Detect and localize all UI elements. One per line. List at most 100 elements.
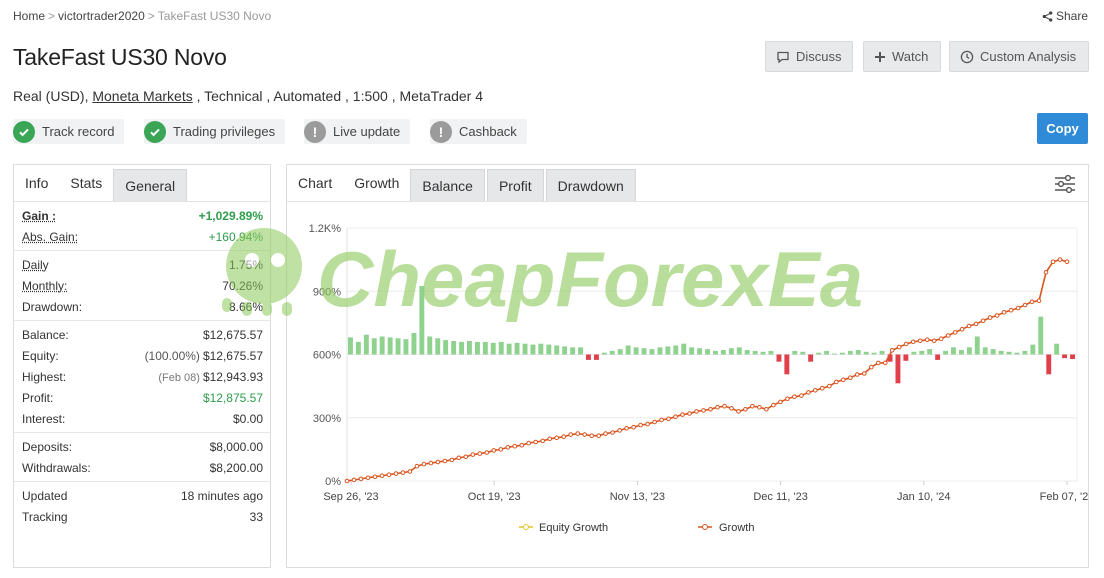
custom-analysis-button[interactable]: Custom Analysis bbox=[949, 41, 1089, 72]
y-tick-label: 900% bbox=[313, 286, 341, 298]
profit-bar bbox=[482, 341, 488, 355]
stat-label[interactable]: Gain : bbox=[22, 209, 56, 223]
tab-chart[interactable]: Chart bbox=[287, 165, 343, 201]
growth-point bbox=[1022, 302, 1028, 308]
profit-bar bbox=[943, 350, 948, 355]
tab-balance[interactable]: Balance bbox=[410, 169, 485, 201]
growth-point bbox=[862, 371, 867, 376]
growth-point bbox=[449, 457, 455, 463]
growth-point bbox=[1008, 307, 1014, 313]
growth-point bbox=[750, 403, 755, 409]
stat-value: 18 minutes ago bbox=[180, 488, 263, 503]
discuss-button[interactable]: Discuss bbox=[765, 41, 853, 72]
growth-point bbox=[533, 439, 538, 445]
badge-cashback[interactable]: ! Cashback bbox=[430, 119, 527, 144]
profit-bar bbox=[435, 338, 441, 355]
broker-link[interactable]: Moneta Markets bbox=[92, 88, 192, 104]
profit-bar bbox=[451, 341, 457, 355]
growth-point bbox=[666, 416, 671, 422]
profit-bar bbox=[705, 349, 710, 355]
growth-point bbox=[344, 478, 350, 484]
profit-bar bbox=[1070, 354, 1075, 359]
growth-point bbox=[952, 330, 958, 335]
profit-bar bbox=[816, 352, 822, 355]
stat-label[interactable]: Monthly: bbox=[22, 279, 67, 293]
stat-label[interactable]: Abs. Gain: bbox=[22, 230, 78, 244]
stat-label: Balance: bbox=[22, 327, 69, 342]
stat-label: Highest: bbox=[22, 369, 67, 384]
growth-point bbox=[694, 409, 699, 414]
growth-point bbox=[498, 447, 504, 452]
legend-equity-marker bbox=[523, 524, 529, 530]
stat-value: 33 bbox=[249, 509, 263, 524]
growth-point bbox=[638, 422, 643, 428]
share-button[interactable]: Share bbox=[1042, 9, 1088, 23]
tab-growth[interactable]: Growth bbox=[343, 165, 411, 201]
watch-button[interactable]: Watch bbox=[863, 41, 941, 72]
stat-value: 1.75% bbox=[228, 257, 263, 272]
tab-profit[interactable]: Profit bbox=[486, 169, 544, 201]
profit-bar bbox=[633, 347, 639, 355]
stat-value: $12,875.57 bbox=[202, 390, 263, 405]
profit-bar bbox=[530, 344, 536, 355]
profit-bar bbox=[594, 354, 599, 360]
growth-point bbox=[561, 434, 567, 439]
growth-point bbox=[687, 411, 692, 416]
growth-point bbox=[903, 341, 909, 347]
profit-bar bbox=[641, 348, 647, 355]
growth-point bbox=[596, 433, 602, 438]
profit-bar bbox=[467, 341, 472, 355]
growth-point bbox=[855, 372, 860, 377]
growth-point bbox=[701, 408, 706, 413]
breadcrumb-user-link[interactable]: victortrader2020 bbox=[58, 9, 145, 23]
breadcrumb: Home > victortrader2020 > TakeFast US30 Novo bbox=[13, 9, 271, 23]
profit-bar bbox=[403, 339, 409, 355]
growth-series-line bbox=[346, 258, 1068, 482]
profit-bar bbox=[601, 352, 607, 355]
profit-bar bbox=[951, 347, 956, 355]
stat-label[interactable]: Daily bbox=[22, 258, 49, 272]
growth-point bbox=[722, 403, 727, 409]
page-title: TakeFast US30 Novo bbox=[13, 44, 227, 70]
profit-bar bbox=[554, 345, 560, 355]
growth-point bbox=[631, 424, 636, 430]
breadcrumb-home-link[interactable]: Home bbox=[13, 9, 45, 23]
profit-bar bbox=[911, 351, 917, 355]
rates-group: Daily 1.75% Monthly: 70.26% Drawdown: 8.66% bbox=[14, 251, 270, 321]
profit-bar bbox=[689, 347, 695, 355]
chart-settings-icon[interactable] bbox=[1054, 174, 1076, 194]
profit-bar bbox=[871, 352, 877, 355]
tab-general[interactable]: General bbox=[113, 169, 188, 201]
profit-bar bbox=[935, 354, 941, 360]
profit-bar bbox=[800, 351, 806, 355]
stat-row-balance: Balance: $12,675.57 bbox=[22, 324, 263, 345]
badge-trading-privileges[interactable]: Trading privileges bbox=[144, 119, 286, 144]
stat-label: Updated bbox=[22, 488, 68, 503]
profit-bar bbox=[966, 347, 972, 355]
growth-chart[interactable]: 0% 300% 600% 900% 1.2K% Sep 26, '23 Oct 19, '2… bbox=[287, 205, 1088, 567]
chart-panel: Chart Growth Balance Profit Drawdown 0% 3… bbox=[286, 164, 1089, 568]
tab-stats[interactable]: Stats bbox=[59, 165, 114, 201]
profit-bar bbox=[546, 344, 552, 355]
tab-drawdown[interactable]: Drawdown bbox=[545, 169, 636, 201]
profit-bar bbox=[419, 286, 425, 355]
copy-button[interactable]: Copy bbox=[1037, 113, 1088, 144]
growth-point bbox=[1043, 270, 1049, 275]
y-tick-label: 0% bbox=[325, 476, 341, 488]
legend-growth-label: Growth bbox=[719, 522, 754, 534]
badge-track-record[interactable]: Track record bbox=[13, 119, 125, 144]
growth-point bbox=[973, 321, 979, 327]
profit-bar bbox=[578, 347, 583, 355]
share-label: Share bbox=[1055, 9, 1088, 23]
profit-bar bbox=[974, 336, 980, 355]
growth-point bbox=[673, 414, 678, 419]
share-icon bbox=[1042, 10, 1053, 22]
clock-icon bbox=[960, 50, 974, 63]
profit-bar bbox=[1038, 316, 1044, 355]
profit-bar bbox=[673, 345, 679, 355]
growth-point bbox=[1036, 298, 1042, 303]
growth-point bbox=[554, 435, 560, 441]
badge-live-update[interactable]: ! Live update bbox=[304, 119, 411, 144]
badge-label: Track record bbox=[42, 124, 115, 139]
tab-info[interactable]: Info bbox=[14, 165, 59, 201]
